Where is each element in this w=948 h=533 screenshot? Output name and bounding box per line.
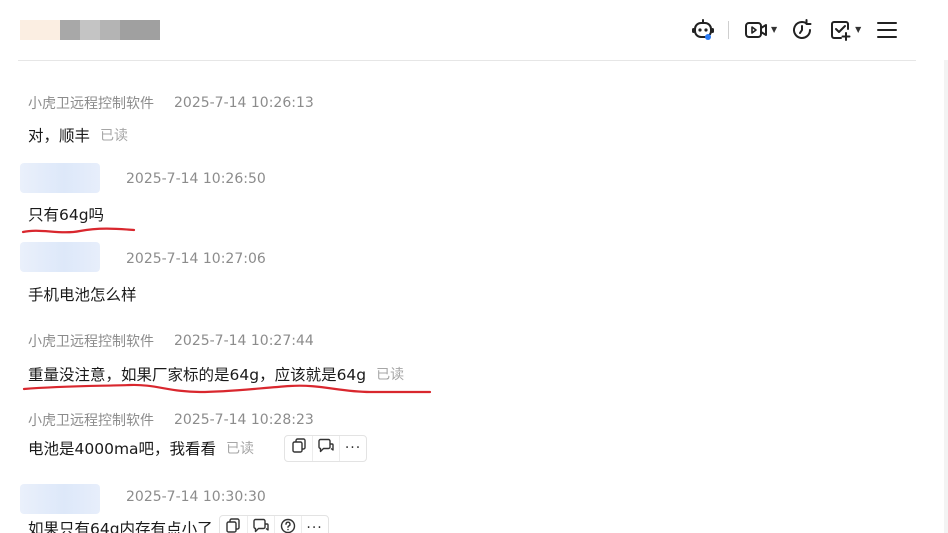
chat-header: ▼ ▼ <box>0 0 948 60</box>
message-meta: 小虎卫远程控制软件 2025-7-14 10:28:23 <box>28 410 314 430</box>
message-actions: ··· <box>218 514 329 533</box>
chat-toolbar: ▼ ▼ <box>690 15 899 45</box>
video-call-icon <box>743 18 769 42</box>
ai-assistant-button[interactable] <box>690 15 716 45</box>
question-help-icon <box>280 518 296 533</box>
more-icon: ··· <box>344 440 362 456</box>
message-text: 手机电池怎么样 <box>28 286 137 304</box>
history-icon <box>789 17 815 43</box>
menu-icon <box>875 19 899 41</box>
chevron-down-icon: ▼ <box>855 25 862 34</box>
red-underline-annotation <box>22 383 432 394</box>
quote-reply-button[interactable] <box>246 515 274 533</box>
message-body[interactable]: 对，顺丰 已读 <box>28 124 128 146</box>
message-body[interactable]: 电池是4000ma吧，我看看 已读 ··· <box>28 434 368 462</box>
quote-icon <box>252 518 270 533</box>
message-body[interactable]: 如果只有64g内存有点小了 ··· <box>28 514 329 533</box>
message-actions: ··· <box>284 434 368 462</box>
chevron-down-icon: ▼ <box>771 25 778 34</box>
message-time: 2025-7-14 10:27:06 <box>126 251 266 267</box>
task-add-button[interactable]: ▼ <box>827 15 861 45</box>
sender-name: 小虎卫远程控制软件 <box>28 413 154 429</box>
more-button[interactable]: ··· <box>339 435 366 461</box>
sender-avatar-blurred <box>20 242 100 272</box>
task-add-icon <box>827 17 853 43</box>
read-status: 已读 <box>100 128 129 144</box>
copy-button[interactable] <box>285 436 312 461</box>
red-underline-annotation <box>21 227 136 234</box>
more-button[interactable]: ··· <box>300 515 328 533</box>
message-meta: 小虎卫远程控制软件 2025-7-14 10:27:44 <box>28 331 314 351</box>
sender-avatar-blurred <box>20 484 100 514</box>
message-text: 如果只有64g内存有点小了 <box>28 520 213 533</box>
menu-button[interactable] <box>875 15 899 45</box>
message-meta: 小虎卫远程控制软件 2025-7-14 10:26:13 <box>28 93 314 113</box>
contact-name-blurred <box>20 20 160 40</box>
copy-button[interactable] <box>220 516 247 533</box>
message-text: 只有64g吗 <box>28 206 105 224</box>
scrollbar-track[interactable] <box>944 60 948 533</box>
copy-icon <box>225 518 241 533</box>
video-call-button[interactable]: ▼ <box>743 15 777 45</box>
sender-name: 小虎卫远程控制软件 <box>28 96 154 112</box>
message-body[interactable]: 手机电池怎么样 <box>28 283 137 305</box>
message-time: 2025-7-14 10:26:50 <box>126 171 266 187</box>
message-text: 电池是4000ma吧，我看看 <box>28 440 217 458</box>
more-icon: ··· <box>306 520 323 533</box>
quote-icon <box>317 438 335 458</box>
ask-ai-button[interactable] <box>273 515 301 533</box>
message-time: 2025-7-14 10:30:30 <box>126 489 266 505</box>
message-time: 2025-7-14 10:28:23 <box>174 412 314 428</box>
message-body[interactable]: 只有64g吗 <box>28 203 104 225</box>
message-time: 2025-7-14 10:26:13 <box>174 95 314 111</box>
message-text: 对，顺丰 <box>28 127 91 145</box>
header-divider <box>18 60 916 61</box>
message-time: 2025-7-14 10:27:44 <box>174 333 314 349</box>
sender-avatar-blurred <box>20 163 100 193</box>
quote-reply-button[interactable] <box>312 435 339 461</box>
robot-icon <box>690 17 716 43</box>
sender-name: 小虎卫远程控制软件 <box>28 334 154 350</box>
toolbar-divider <box>728 21 729 39</box>
history-button[interactable] <box>789 15 815 45</box>
copy-icon <box>291 438 307 458</box>
read-status: 已读 <box>226 441 255 457</box>
